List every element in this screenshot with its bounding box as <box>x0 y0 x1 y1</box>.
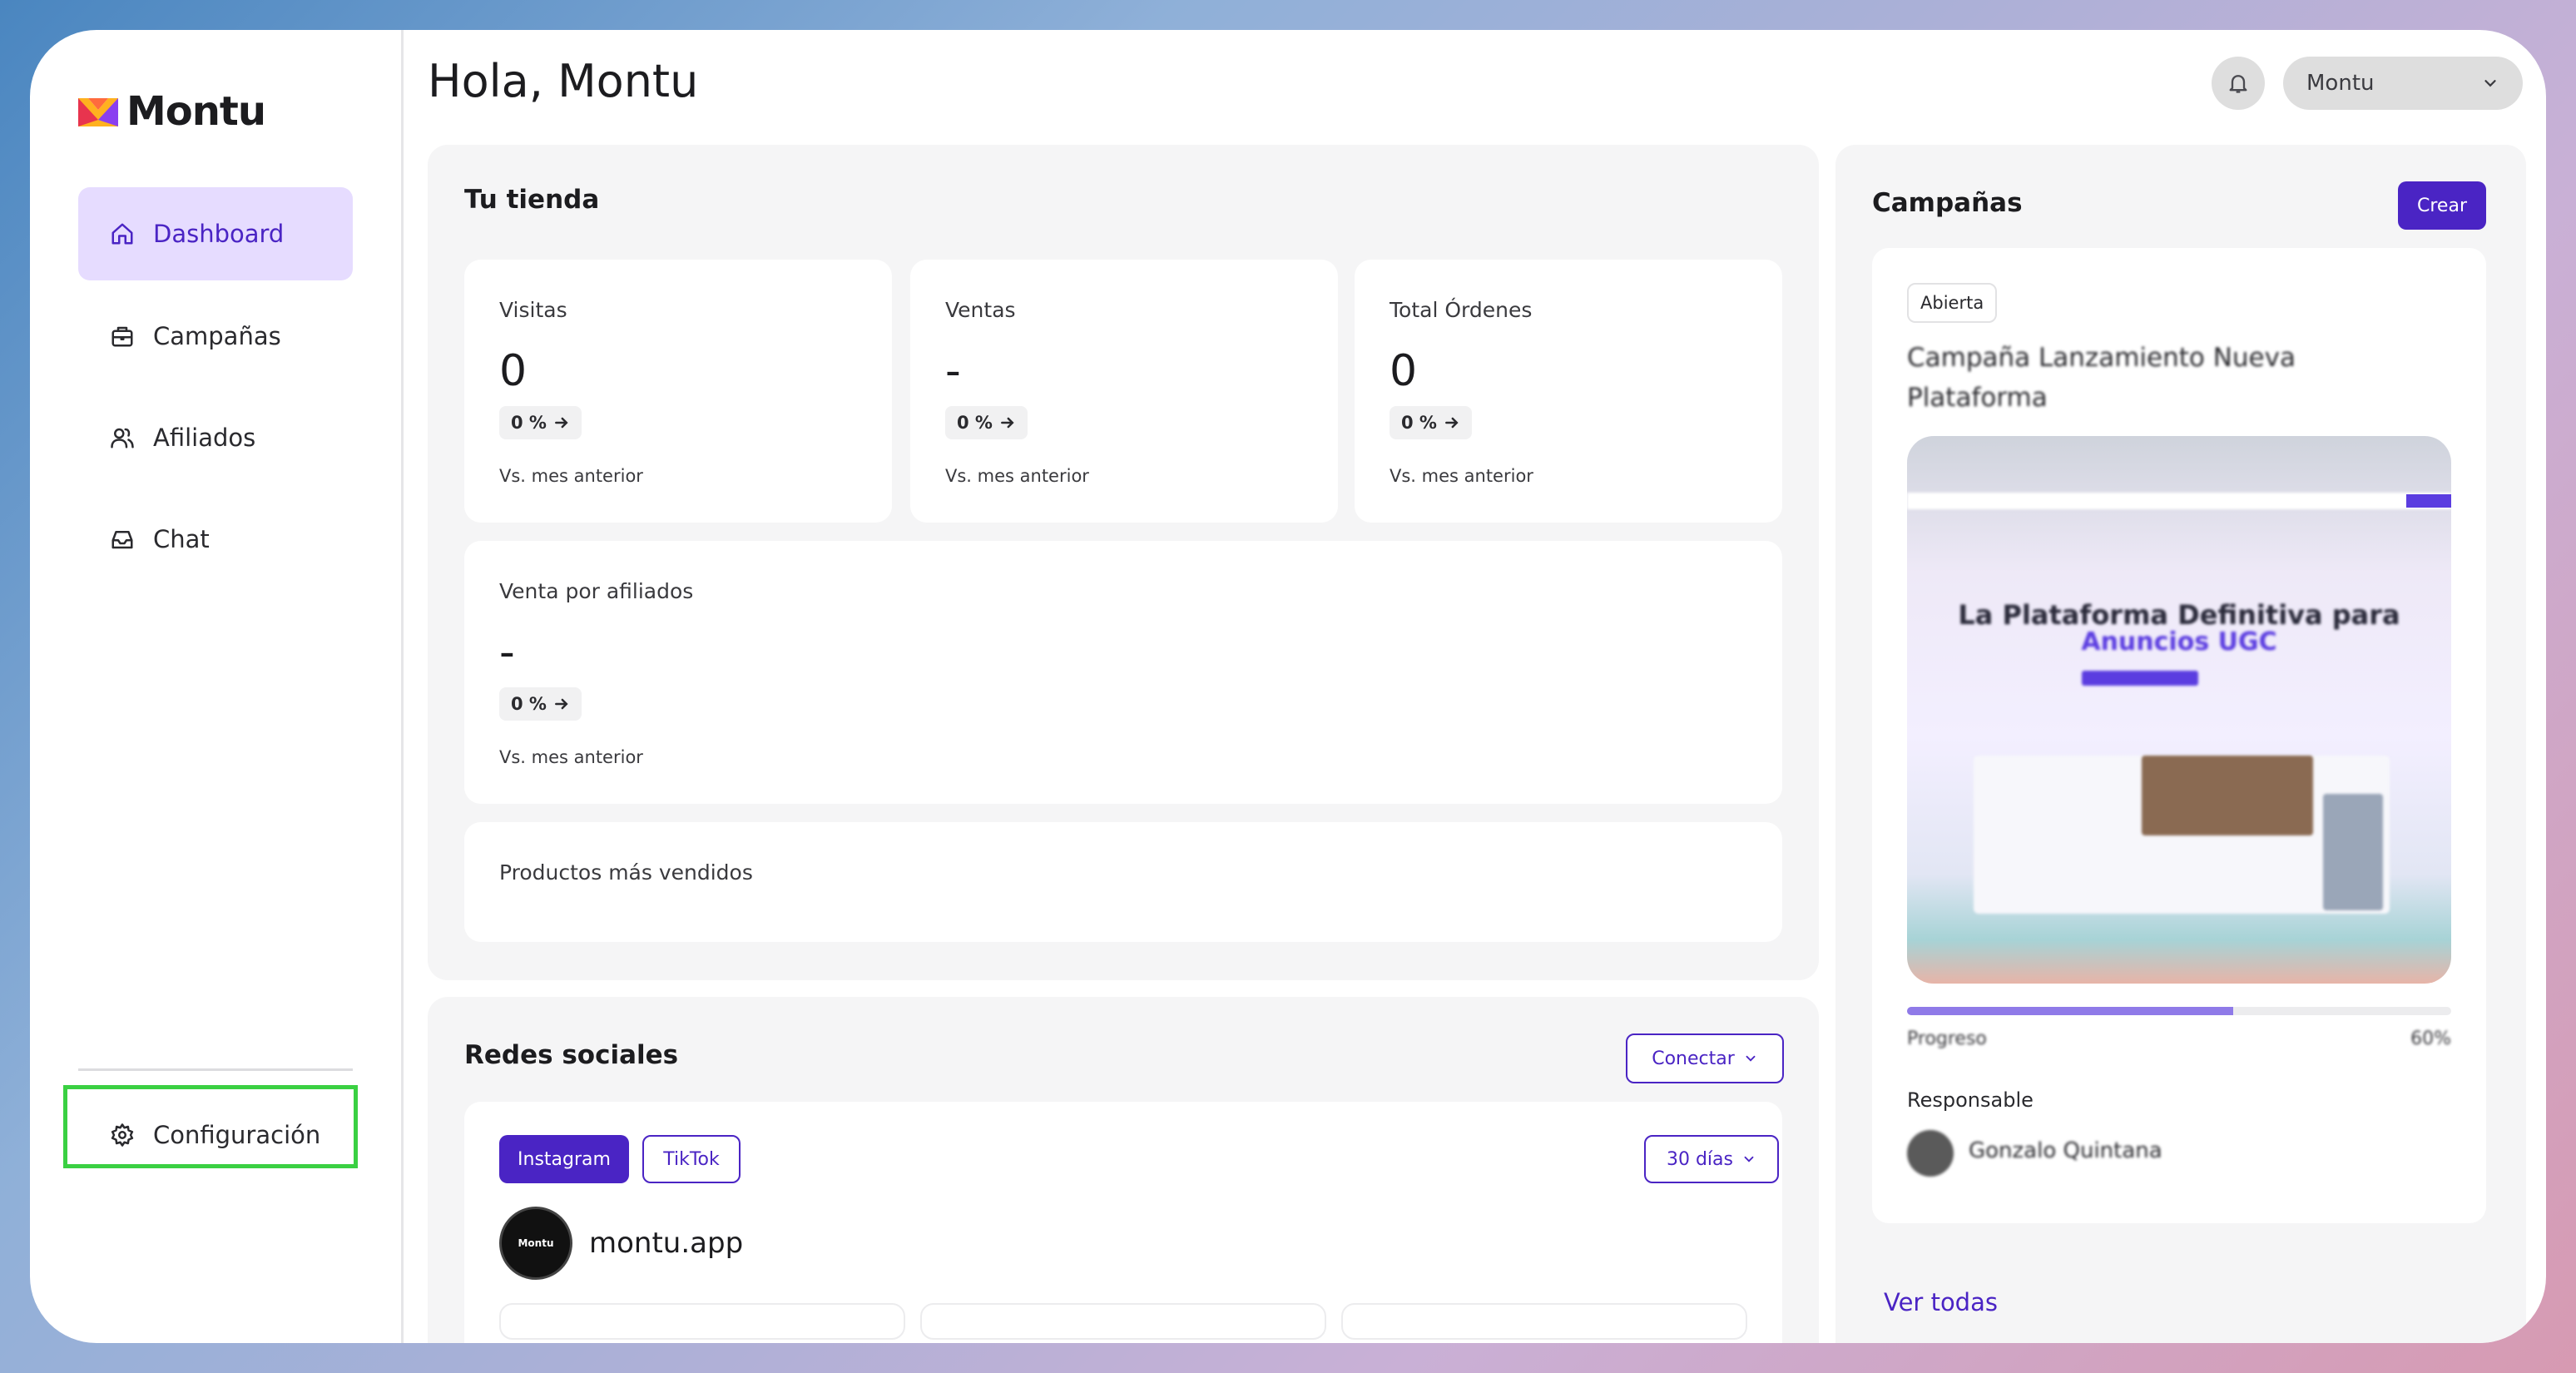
metric-change-value: 0 % <box>1401 413 1437 433</box>
campaign-image: La Plataforma Definitiva para Anuncios U… <box>1907 436 2451 984</box>
campaigns-panel: Campañas Crear Abierta Campaña Lanzamien… <box>1835 145 2526 1343</box>
avatar: Montu <box>499 1207 572 1280</box>
connect-label: Conectar <box>1652 1048 1735 1069</box>
image-heading-accent: Anuncios UGC <box>2081 627 2277 657</box>
responsible-name: Gonzalo Quintana <box>1969 1138 2162 1163</box>
arrow-right-icon <box>555 417 568 429</box>
sidebar-item-chat[interactable]: Chat <box>78 493 353 586</box>
image-navbar <box>1907 493 2451 509</box>
bell-icon <box>2229 75 2247 93</box>
metric-label: Venta por afiliados <box>499 579 694 603</box>
image-heading: La Plataforma Definitiva para <box>1958 599 2400 631</box>
metric-change-value: 0 % <box>511 694 547 714</box>
avatar-text: Montu <box>518 1237 554 1249</box>
campaigns-title: Campañas <box>1872 188 2023 218</box>
account-name: Montu <box>2306 71 2375 96</box>
progress-bar <box>1907 1007 2451 1015</box>
arrow-right-icon <box>1445 417 1459 429</box>
metric-value: 0 <box>499 346 528 396</box>
social-account-name: montu.app <box>589 1227 744 1260</box>
metric-label: Total Órdenes <box>1390 298 1533 322</box>
create-campaign-button[interactable]: Crear <box>2398 181 2486 230</box>
users-icon <box>111 428 134 449</box>
progress-fill <box>1907 1007 2234 1015</box>
chevron-down-icon <box>2484 80 2496 87</box>
store-title: Tu tienda <box>464 185 600 215</box>
progress-value: 60% <box>2410 1029 2451 1049</box>
progress-label: Progreso <box>1907 1029 1987 1049</box>
responsible-avatar <box>1907 1130 1954 1177</box>
arrow-right-icon <box>1001 417 1014 429</box>
store-panel: Tu tienda Visitas 0 0 % Vs. mes anterior… <box>428 145 1819 980</box>
account-selector[interactable]: Montu <box>2283 57 2523 110</box>
metric-note: Vs. mes anterior <box>499 466 643 486</box>
metric-value: - <box>945 346 961 396</box>
sidebar-item-campaigns[interactable]: Campañas <box>78 290 353 383</box>
settings-highlight-box <box>63 1085 358 1168</box>
social-card: Instagram TikTok 30 días Montu montu.app <box>464 1102 1782 1343</box>
metric-card-sales: Ventas - 0 % Vs. mes anterior <box>910 260 1338 523</box>
metric-value: - <box>499 627 515 677</box>
responsible-label: Responsable <box>1907 1088 2034 1112</box>
metric-note: Vs. mes anterior <box>1390 466 1533 486</box>
sidebar-item-label: Dashboard <box>153 220 285 248</box>
sidebar-item-label: Afiliados <box>153 424 256 452</box>
sidebar-item-label: Campañas <box>153 322 281 350</box>
metric-card-visits: Visitas 0 0 % Vs. mes anterior <box>464 260 892 523</box>
metric-value: 0 <box>1390 346 1418 396</box>
social-stat-card <box>1341 1303 1747 1340</box>
tab-instagram[interactable]: Instagram <box>499 1135 629 1183</box>
metric-change-badge: 0 % <box>945 406 1028 439</box>
arrow-right-icon <box>555 698 568 710</box>
metric-note: Vs. mes anterior <box>499 747 643 767</box>
chevron-down-icon <box>1744 1156 1754 1162</box>
metric-note: Vs. mes anterior <box>945 466 1089 486</box>
sidebar-item-dashboard[interactable]: Dashboard <box>78 187 353 280</box>
view-all-link[interactable]: Ver todas <box>1884 1288 1998 1316</box>
inbox-icon <box>111 531 133 549</box>
campaign-name: Campaña Lanzamiento Nueva Plataforma <box>1907 343 2296 413</box>
home-icon <box>111 223 133 245</box>
brand-logo[interactable]: Montu <box>77 88 266 135</box>
top-products-card: Productos más vendidos <box>464 822 1782 942</box>
social-stat-card <box>920 1303 1326 1340</box>
sidebar-item-label: Chat <box>153 525 210 553</box>
page-title: Hola, Montu <box>428 55 699 107</box>
chevron-down-icon <box>1746 1055 1756 1062</box>
montu-logo-icon <box>78 98 118 126</box>
metric-change-badge: 0 % <box>499 687 582 721</box>
brand-name: Montu <box>126 88 266 135</box>
image-nav-button <box>2406 494 2451 508</box>
period-label: 30 días <box>1666 1148 1733 1170</box>
metric-change-value: 0 % <box>957 413 993 433</box>
metric-label: Visitas <box>499 298 567 322</box>
metric-card-affiliate-sales: Venta por afiliados - 0 % Vs. mes anteri… <box>464 541 1782 804</box>
sidebar-divider <box>78 1068 353 1071</box>
image-thumbnails <box>2142 756 2313 835</box>
image-cta <box>2082 671 2198 686</box>
status-badge: Abierta <box>1907 283 1998 323</box>
sidebar: Montu Dashboard Campañas Afiliados Chat … <box>30 30 404 1343</box>
image-side-thumb <box>2323 794 2383 910</box>
connect-button[interactable]: Conectar <box>1626 1033 1784 1083</box>
metric-change-value: 0 % <box>511 413 547 433</box>
top-products-label: Productos más vendidos <box>499 860 753 885</box>
metric-card-orders: Total Órdenes 0 0 % Vs. mes anterior <box>1355 260 1782 523</box>
app-window: Montu Dashboard Campañas Afiliados Chat … <box>30 30 2546 1343</box>
campaign-card[interactable]: Abierta Campaña Lanzamiento Nueva Plataf… <box>1872 248 2486 1223</box>
metric-change-badge: 0 % <box>499 406 582 439</box>
metric-change-badge: 0 % <box>1390 406 1472 439</box>
period-selector[interactable]: 30 días <box>1644 1135 1779 1183</box>
sidebar-item-affiliates[interactable]: Afiliados <box>78 391 353 484</box>
social-panel: Redes sociales Conectar Instagram TikTok… <box>428 997 1819 1343</box>
social-stat-card <box>499 1303 905 1340</box>
social-title: Redes sociales <box>464 1040 679 1070</box>
tab-tiktok[interactable]: TikTok <box>642 1135 741 1183</box>
metric-label: Ventas <box>945 298 1016 322</box>
briefcase-icon <box>111 326 133 347</box>
notifications-button[interactable] <box>2212 57 2265 110</box>
